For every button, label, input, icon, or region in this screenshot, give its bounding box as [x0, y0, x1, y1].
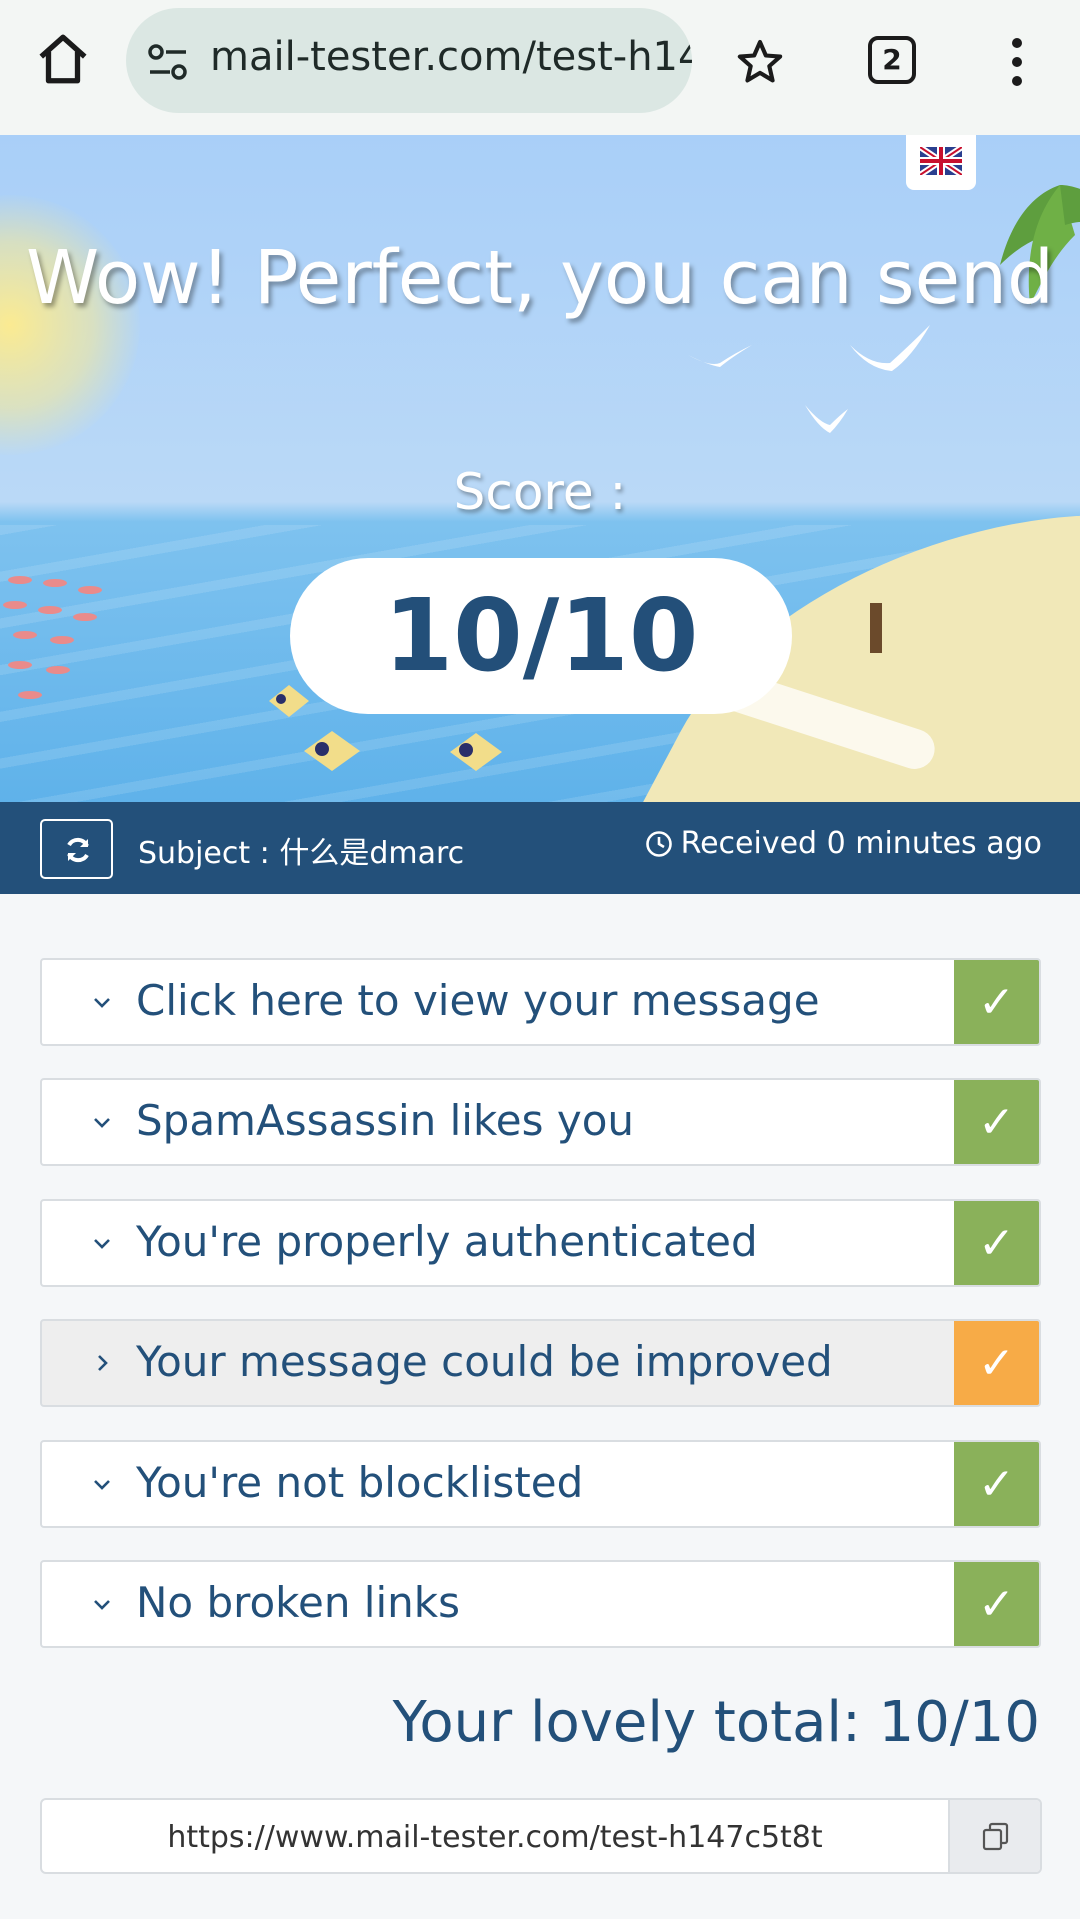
share-link-field[interactable]: https://www.mail-tester.com/test-h147c5t… [40, 1798, 1042, 1874]
pass-status-badge: ✓ [954, 1442, 1039, 1526]
share-link-text[interactable]: https://www.mail-tester.com/test-h147c5t… [42, 1820, 948, 1855]
received-time: Received 0 minutes ago [645, 826, 1042, 861]
result-row-label: You're properly authenticated [136, 1217, 758, 1266]
chevron-down-icon [94, 998, 110, 1008]
result-row-label: SpamAssassin likes you [136, 1096, 635, 1145]
more-vert-icon[interactable] [1000, 36, 1034, 88]
clock-icon [645, 830, 672, 857]
uk-flag-icon[interactable] [920, 147, 962, 175]
result-row-blocklist[interactable]: You're not blocklisted ✓ [40, 1440, 1041, 1528]
result-row-spamassassin[interactable]: SpamAssassin likes you ✓ [40, 1078, 1041, 1166]
pass-status-badge: ✓ [954, 960, 1039, 1044]
tab-switcher-button[interactable]: 2 [868, 36, 916, 84]
score-label: Score : [453, 463, 627, 521]
email-subject: Subject : 什么是dmarc [138, 836, 465, 871]
received-label: Received 0 minutes ago [680, 826, 1042, 861]
result-row-label: No broken links [136, 1578, 460, 1627]
sun-illustration [0, 195, 140, 455]
pass-status-badge: ✓ [954, 1562, 1039, 1646]
seagulls-illustration [688, 325, 930, 433]
chevron-down-icon [94, 1600, 110, 1610]
angelfish-illustration [304, 731, 360, 771]
copy-link-button[interactable] [948, 1800, 1040, 1872]
result-row-label: Your message could be improved [136, 1337, 833, 1386]
total-score: Your lovely total: 10/10 [392, 1690, 1040, 1755]
chevron-down-icon [94, 1239, 110, 1249]
result-row-broken-links[interactable]: No broken links ✓ [40, 1560, 1041, 1648]
copy-icon[interactable] [980, 1820, 1012, 1852]
pass-status-badge: ✓ [954, 1080, 1039, 1164]
angelfish-illustration [269, 685, 309, 717]
browser-toolbar: mail-tester.com/test-h14 2 [0, 0, 1080, 135]
subject-bar: Subject : 什么是dmarc Received 0 minutes ag… [0, 802, 1080, 894]
score-value: 10/10 [290, 558, 792, 714]
language-selector[interactable] [906, 135, 976, 190]
url-text[interactable]: mail-tester.com/test-h14 [210, 34, 692, 80]
chevron-down-icon [94, 1480, 110, 1490]
warning-status-badge: ✓ [954, 1321, 1039, 1405]
fish-school-illustration [3, 576, 102, 699]
chevron-right-icon [98, 1355, 108, 1371]
result-row-improvements[interactable]: Your message could be improved ✓ [40, 1319, 1041, 1407]
result-row-label: You're not blocklisted [136, 1458, 584, 1507]
chevron-down-icon [94, 1118, 110, 1128]
result-row-label: Click here to view your message [136, 976, 820, 1025]
bookmark-star-icon[interactable] [734, 36, 786, 88]
address-bar[interactable]: mail-tester.com/test-h14 [126, 8, 692, 113]
result-row-view-message[interactable]: Click here to view your message ✓ [40, 958, 1041, 1046]
home-icon[interactable] [34, 30, 92, 88]
pass-status-badge: ✓ [954, 1201, 1039, 1285]
wooden-post-illustration [870, 603, 882, 653]
result-headline: Wow! Perfect, you can send [26, 235, 1054, 321]
score-hero-banner: Wow! Perfect, you can send Score : 10/10 [0, 135, 1080, 802]
refresh-button[interactable] [40, 819, 113, 879]
result-row-authentication[interactable]: You're properly authenticated ✓ [40, 1199, 1041, 1287]
refresh-icon[interactable] [64, 836, 92, 864]
angelfish-illustration [450, 733, 502, 771]
site-settings-icon[interactable] [146, 42, 190, 82]
